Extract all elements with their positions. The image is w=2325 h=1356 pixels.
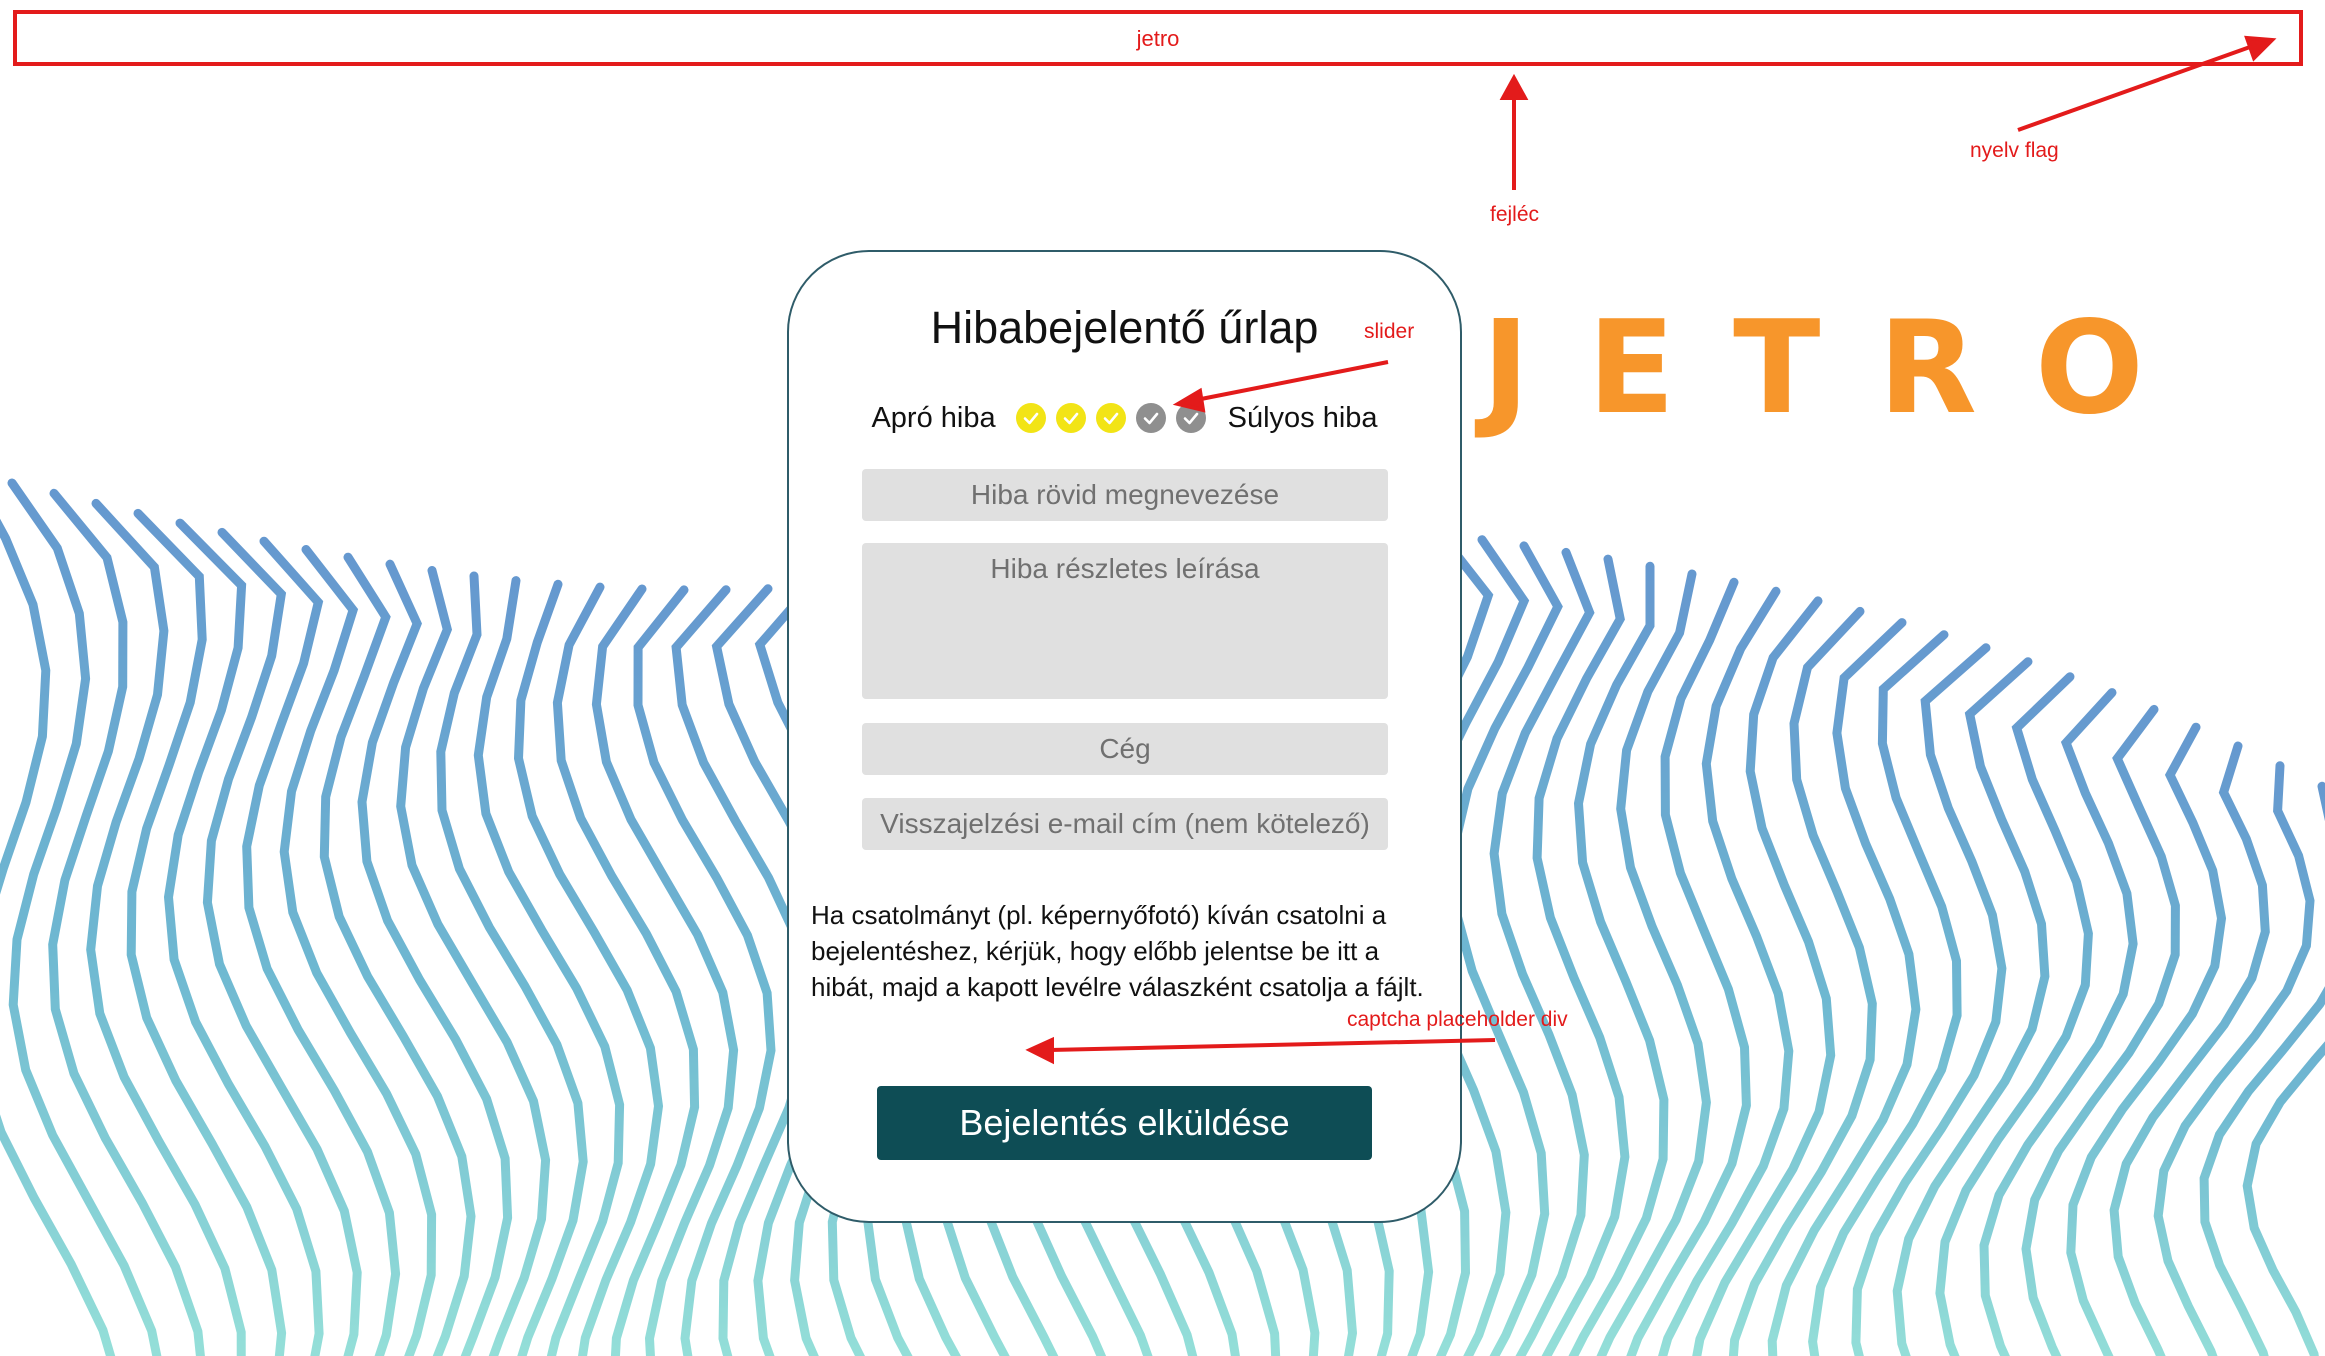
email-input[interactable] bbox=[862, 798, 1388, 850]
slider-annotation: slider bbox=[1364, 320, 1415, 343]
attachment-info-text: Ha csatolmányt (pl. képernyőfotó) kíván … bbox=[811, 900, 1424, 1002]
language-flag-annotation: nyelv flag bbox=[1970, 139, 2059, 162]
severity-level-4-check-icon[interactable] bbox=[1135, 403, 1166, 433]
bug-title-input[interactable] bbox=[862, 469, 1388, 521]
severity-dots[interactable] bbox=[1015, 403, 1206, 433]
severity-level-3-check-icon[interactable] bbox=[1095, 403, 1126, 433]
severity-slider[interactable]: Apró hiba Súlyos hiba bbox=[789, 398, 1460, 438]
company-input[interactable] bbox=[862, 723, 1388, 775]
submit-button[interactable]: Bejelentés elküldése bbox=[877, 1086, 1372, 1160]
severity-max-label: Súlyos hiba bbox=[1227, 401, 1378, 434]
bug-report-form: Hibabejelentő űrlap Apró hiba Súlyos hib… bbox=[787, 250, 1462, 1223]
severity-level-5-check-icon[interactable] bbox=[1175, 403, 1206, 433]
header-placeholder: jetro bbox=[13, 10, 2303, 66]
captcha-annotation: captcha placeholder div bbox=[1347, 1008, 1568, 1031]
severity-level-2-check-icon[interactable] bbox=[1055, 403, 1086, 433]
jetro-logo: JETRO bbox=[1482, 294, 2202, 443]
severity-level-1-check-icon[interactable] bbox=[1015, 403, 1046, 433]
header-label: jetro bbox=[1136, 26, 1180, 51]
form-title: Hibabejelentő űrlap bbox=[930, 302, 1319, 353]
header-annotation: fejléc bbox=[1490, 203, 1540, 226]
bug-description-textarea[interactable] bbox=[862, 543, 1388, 699]
severity-min-label: Apró hiba bbox=[871, 401, 996, 434]
